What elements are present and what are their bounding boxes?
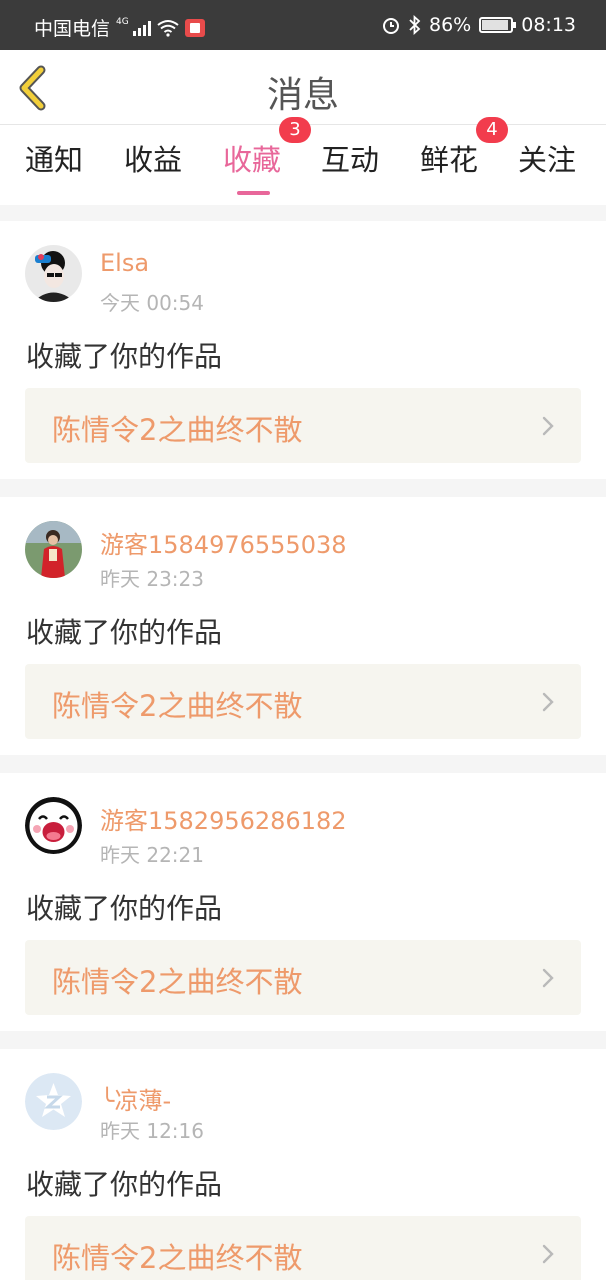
tab-label: 收藏 xyxy=(223,143,282,177)
message-card: 游客1584976555038 昨天 23:23 收藏了你的作品 陈情令2之曲终… xyxy=(0,497,606,755)
active-tab-indicator xyxy=(237,191,270,195)
timestamp: 昨天 12:16 xyxy=(100,1119,204,1143)
alarm-icon xyxy=(383,18,399,34)
avatar[interactable] xyxy=(25,245,82,302)
avatar[interactable] xyxy=(25,1073,82,1130)
avatar[interactable] xyxy=(25,797,82,854)
chevron-right-icon xyxy=(542,692,554,712)
action-text: 收藏了你的作品 xyxy=(26,616,223,649)
header: 消息 xyxy=(0,50,606,125)
tab-notifications[interactable]: 通知 xyxy=(25,137,83,179)
timestamp: 今天 00:54 xyxy=(100,291,204,315)
timestamp: 昨天 22:21 xyxy=(100,843,204,867)
message-card: ╰凉薄- 昨天 12:16 收藏了你的作品 陈情令2之曲终不散 xyxy=(0,1049,606,1280)
tab-label: 互动 xyxy=(321,143,380,177)
username[interactable]: ╰凉薄- xyxy=(100,1081,171,1116)
tab-label: 关注 xyxy=(518,143,577,177)
action-text: 收藏了你的作品 xyxy=(26,340,223,373)
tab-bar: 通知 收益 收藏 3 互动 鲜花 4 关注 xyxy=(0,117,606,205)
carrier-label: 中国电信 xyxy=(34,18,111,40)
flowers-badge: 4 xyxy=(476,117,508,143)
battery-icon xyxy=(479,17,517,33)
work-link[interactable]: 陈情令2之曲终不散 xyxy=(25,940,581,1015)
chevron-right-icon xyxy=(542,1244,554,1264)
status-bar: 中国电信 4G 86% 08:13 xyxy=(0,0,606,50)
work-title: 陈情令2之曲终不散 xyxy=(52,1241,303,1275)
avatar-elsa-image xyxy=(25,245,82,302)
page-title: 消息 xyxy=(266,75,339,116)
clock: 08:13 xyxy=(521,14,576,36)
network-type: 4G xyxy=(116,16,129,27)
work-title: 陈情令2之曲终不散 xyxy=(52,689,303,723)
avatar-cartoon-image xyxy=(25,797,82,854)
favorites-badge: 3 xyxy=(279,117,311,143)
username[interactable]: 游客1584976555038 xyxy=(100,525,347,560)
tab-favorites[interactable]: 收藏 xyxy=(223,137,282,195)
action-text: 收藏了你的作品 xyxy=(26,1168,223,1201)
tab-earnings[interactable]: 收益 xyxy=(124,137,182,179)
wifi-icon xyxy=(157,19,179,37)
message-card: 游客1582956286182 昨天 22:21 收藏了你的作品 陈情令2之曲终… xyxy=(0,773,606,1031)
username[interactable]: Elsa xyxy=(100,249,149,277)
app-notification-icon xyxy=(184,18,205,37)
avatar-photo-image xyxy=(25,521,82,578)
signal-icon xyxy=(132,20,151,36)
avatar[interactable] xyxy=(25,521,82,578)
action-text: 收藏了你的作品 xyxy=(26,892,223,925)
work-link[interactable]: 陈情令2之曲终不散 xyxy=(25,1216,581,1280)
tab-follows[interactable]: 关注 xyxy=(518,137,576,179)
work-link[interactable]: 陈情令2之曲终不散 xyxy=(25,388,581,463)
chevron-right-icon xyxy=(542,416,554,436)
message-card: Elsa 今天 00:54 收藏了你的作品 陈情令2之曲终不散 xyxy=(0,221,606,479)
avatar-default-image xyxy=(25,1073,82,1130)
battery-percent: 86% xyxy=(429,14,472,36)
tab-flowers[interactable]: 鲜花 xyxy=(420,137,478,179)
tab-interactions[interactable]: 互动 xyxy=(321,137,379,179)
tab-label: 鲜花 xyxy=(420,143,479,177)
work-link[interactable]: 陈情令2之曲终不散 xyxy=(25,664,581,739)
username[interactable]: 游客1582956286182 xyxy=(100,801,347,836)
bluetooth-icon xyxy=(409,15,421,35)
tab-label: 通知 xyxy=(25,143,84,177)
tab-label: 收益 xyxy=(124,143,183,177)
chevron-right-icon xyxy=(542,968,554,988)
work-title: 陈情令2之曲终不散 xyxy=(52,413,303,447)
work-title: 陈情令2之曲终不散 xyxy=(52,965,303,999)
timestamp: 昨天 23:23 xyxy=(100,567,204,591)
